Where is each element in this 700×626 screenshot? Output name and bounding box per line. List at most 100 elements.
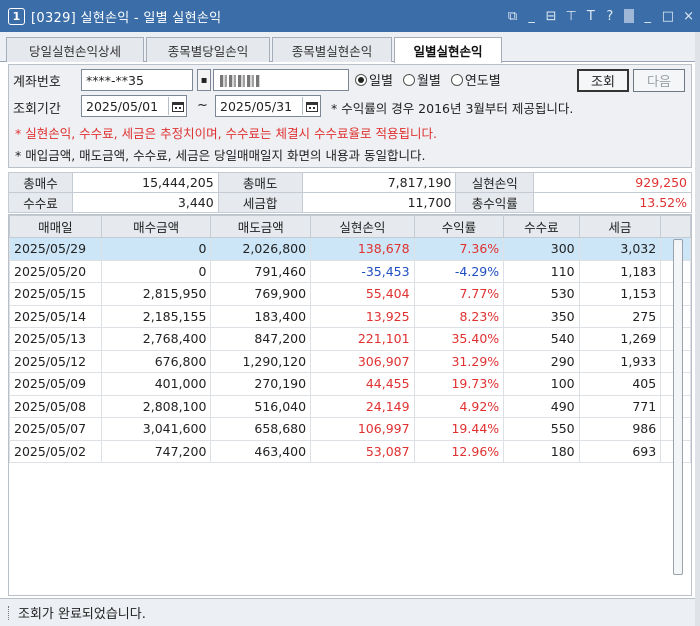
cell-sell-amount: 516,040: [210, 394, 312, 418]
radio-monthly-label: 월별: [416, 74, 441, 89]
minimize-small-icon[interactable]: _: [527, 9, 537, 24]
cell-sell-amount: 183,400: [210, 304, 312, 328]
table-row[interactable]: 2025/05/29 0 2,026,800 138,678 7.36% 300 3,032: [9, 237, 691, 261]
next-button[interactable]: 다음: [633, 69, 685, 92]
account-number-field[interactable]: ****-**35: [81, 69, 193, 91]
cell-tax: 275: [578, 304, 662, 328]
cell-buy-amount: 2,815,950: [100, 282, 212, 306]
radio-yearly-label: 연도별: [464, 74, 501, 89]
cell-trade-date: 2025/05/02: [9, 439, 102, 463]
restore-icon[interactable]: ⧉: [508, 9, 518, 24]
return-rate-note: * 수익률의 경우 2016년 3월부터 제공됩니다.: [331, 101, 574, 116]
cell-return-rate: 7.77%: [413, 282, 505, 306]
calendar-icon[interactable]: [302, 97, 320, 115]
table-row[interactable]: 2025/05/02 747,200 463,400 53,087 12.96% 180 6…: [9, 439, 691, 463]
cell-fee: 180: [503, 439, 580, 463]
cell-sell-amount: 270,190: [210, 372, 312, 396]
cell-return-rate: 31.29%: [413, 349, 505, 373]
date-range-tilde: ~: [197, 98, 208, 113]
cell-trade-date: 2025/05/12: [9, 349, 102, 373]
table-row[interactable]: 2025/05/14 2,185,155 183,400 13,925 8.23% 350…: [9, 304, 691, 328]
summary-row: 수수료 3,440 세금합 11,700 총수익률 13.52%: [8, 192, 692, 213]
table-row[interactable]: 2025/05/12 676,800 1,290,120 306,907 31.29% 2…: [9, 349, 691, 373]
cell-tax: 771: [578, 394, 662, 418]
cell-buy-amount: 2,768,400: [100, 327, 212, 351]
controls-divider: [623, 9, 634, 23]
cell-trade-date: 2025/05/07: [9, 417, 102, 441]
daily-pl-table: 매매일 매수금액 매도금액 실현손익 수익률 수수료 세금 2025/05/29…: [9, 215, 691, 463]
account-lookup-button[interactable]: ▪: [197, 69, 211, 91]
cell-return-rate: 8.23%: [413, 304, 505, 328]
pin-icon[interactable]: ⊤: [565, 9, 576, 24]
status-message: 조회가 완료되었습니다.: [18, 607, 146, 622]
cell-tax: 986: [578, 417, 662, 441]
vertical-scrollbar[interactable]: [673, 239, 683, 575]
cell-trade-date: 2025/05/15: [9, 282, 102, 306]
close-icon[interactable]: ×: [683, 9, 694, 24]
radio-monthly[interactable]: 월별: [402, 70, 441, 89]
window-number-badge: 1: [8, 7, 25, 25]
col-trade-date[interactable]: 매매일: [9, 215, 102, 238]
cell-buy-amount: 401,000: [100, 372, 212, 396]
col-sell-amount[interactable]: 매도금액: [210, 215, 312, 238]
cell-tax: 1,153: [578, 282, 662, 306]
font-size-icon[interactable]: T: [586, 9, 596, 24]
cell-fee: 530: [503, 282, 580, 306]
estimate-warning-note: * 실현손익, 수수료, 세금은 추정치이며, 수수료는 체결시 수수료율로 적…: [15, 126, 437, 141]
cell-realized-pl: 138,678: [310, 237, 415, 261]
summary-table: 총매수 15,444,205 총매도 7,817,190 실현손익 929,25…: [8, 172, 692, 213]
search-button[interactable]: 조회: [577, 69, 629, 92]
tile-icon[interactable]: ⊟: [546, 9, 557, 24]
maximize-icon[interactable]: □: [662, 9, 674, 24]
table-row[interactable]: 2025/05/08 2,808,100 516,040 24,149 4.92% 490…: [9, 394, 691, 418]
col-buy-amount[interactable]: 매수금액: [100, 215, 212, 238]
start-date-field[interactable]: 2025/05/01: [81, 95, 187, 117]
cell-trade-date: 2025/05/08: [9, 394, 102, 418]
calendar-icon[interactable]: [168, 97, 186, 115]
radio-daily[interactable]: 일별: [355, 70, 393, 89]
help-icon[interactable]: ?: [605, 9, 615, 24]
cell-realized-pl: 44,455: [310, 372, 415, 396]
col-tax[interactable]: 세금: [578, 215, 662, 238]
table-row[interactable]: 2025/05/09 401,000 270,190 44,455 19.73% 100 4…: [9, 372, 691, 396]
realized-pl-value: 929,250: [533, 172, 692, 193]
cell-trade-date: 2025/05/14: [9, 304, 102, 328]
tab-stock-realized-pl[interactable]: 종목별실현손익: [272, 37, 392, 62]
cell-buy-amount: 2,185,155: [100, 304, 212, 328]
cell-return-rate: 19.73%: [413, 372, 505, 396]
cell-buy-amount: 2,808,100: [100, 394, 212, 418]
cell-return-rate: 35.40%: [413, 327, 505, 351]
cell-tax: 1,269: [578, 327, 662, 351]
status-grip-icon: [8, 605, 10, 620]
minimize-icon[interactable]: _: [643, 9, 653, 24]
total-return-value: 13.52%: [533, 192, 692, 213]
cell-buy-amount: 747,200: [100, 439, 212, 463]
window-controls: ⧉ _ ⊟ ⊤ T ? _ □ ×: [508, 0, 694, 32]
tab-daily-realized-detail[interactable]: 당일실현손익상세: [6, 37, 144, 62]
cell-fee: 100: [503, 372, 580, 396]
col-return-rate[interactable]: 수익률: [413, 215, 505, 238]
tab-bar: 당일실현손익상세 종목별당일손익 종목별실현손익 일별실현손익: [0, 32, 700, 63]
table-row[interactable]: 2025/05/20 0 791,460 -35,453 -4.29% 110 1,183: [9, 259, 691, 283]
tab-daily-realized-pl[interactable]: 일별실현손익: [394, 37, 502, 63]
table-row[interactable]: 2025/05/13 2,768,400 847,200 221,101 35.40% 5…: [9, 327, 691, 351]
table-row[interactable]: 2025/05/15 2,815,950 769,900 55,404 7.77% 530…: [9, 282, 691, 306]
summary-row: 총매수 15,444,205 총매도 7,817,190 실현손익 929,25…: [8, 172, 692, 193]
table-header-row: 매매일 매수금액 매도금액 실현손익 수익률 수수료 세금: [9, 215, 691, 238]
radio-yearly[interactable]: 연도별: [450, 70, 501, 89]
end-date-field[interactable]: 2025/05/31: [215, 95, 321, 117]
cell-realized-pl: 221,101: [310, 327, 415, 351]
daily-pl-grid: 매매일 매수금액 매도금액 실현손익 수익률 수수료 세금 2025/05/29…: [8, 214, 692, 596]
tax-total-value: 11,700: [301, 192, 457, 213]
cell-return-rate: 19.44%: [413, 417, 505, 441]
col-realized-pl[interactable]: 실현손익: [310, 215, 415, 238]
tab-stock-daily-pl[interactable]: 종목별당일손익: [146, 37, 270, 62]
end-date-value: 2025/05/31: [220, 98, 293, 114]
col-fee[interactable]: 수수료: [503, 215, 580, 238]
table-row[interactable]: 2025/05/07 3,041,600 658,680 106,997 19.44% 5…: [9, 417, 691, 441]
cell-realized-pl: 13,925: [310, 304, 415, 328]
cell-buy-amount: 676,800: [100, 349, 212, 373]
window-title: [0329] 실현손익 - 일별 실현손익: [31, 10, 222, 26]
period-label: 조회기간: [13, 102, 61, 117]
same-as-journal-note: * 매입금액, 매도금액, 수수료, 세금은 당일매매일지 화면의 내용과 동일…: [15, 148, 426, 163]
